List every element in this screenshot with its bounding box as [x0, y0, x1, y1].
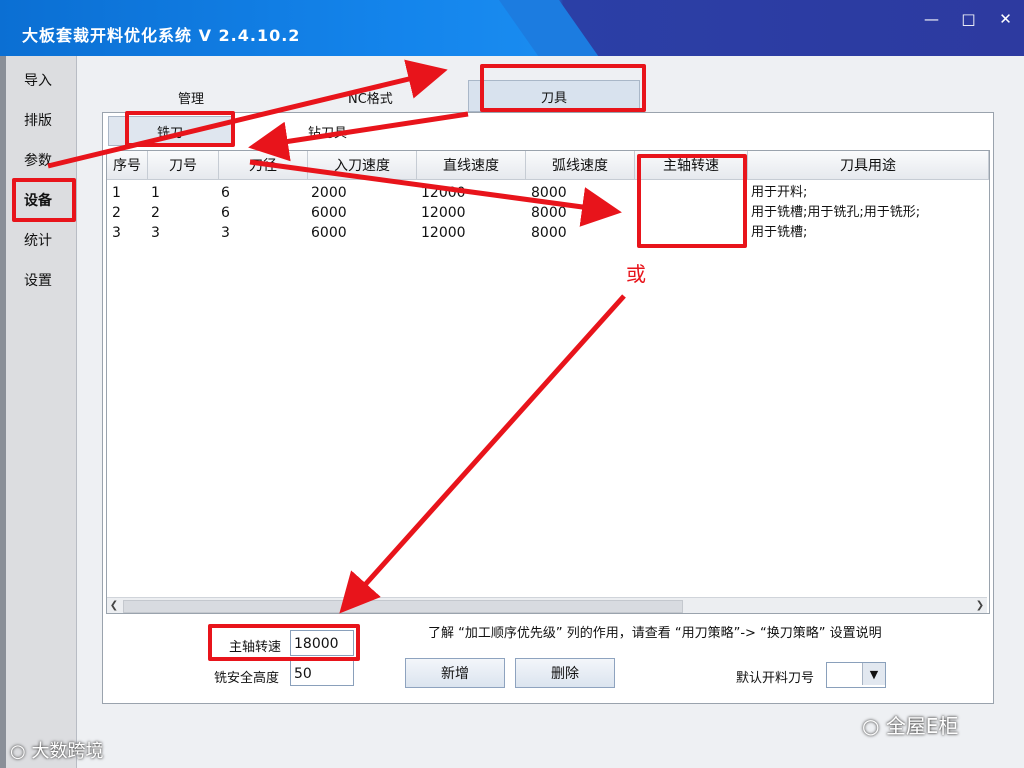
watermark-left-text: 大数跨境 [31, 741, 104, 762]
wechat-icon: ○ [862, 714, 880, 738]
arrow-sidebar-to-tools-tab [47, 59, 448, 169]
weibo-icon: ○ [10, 741, 26, 762]
annotation-arrows [47, 59, 626, 614]
watermark-left: ○ 大数跨境 [10, 737, 103, 763]
arrow-or-to-spindle-input [339, 294, 626, 614]
annotation-or-text: 或 [626, 262, 646, 286]
watermark-right-text: 全屋E柜 [885, 714, 959, 738]
arrow-tools-to-milling-tab [248, 111, 469, 162]
arrow-diameter-to-spindle [249, 159, 622, 227]
watermark-right: ○ 全屋E柜 [862, 710, 958, 739]
